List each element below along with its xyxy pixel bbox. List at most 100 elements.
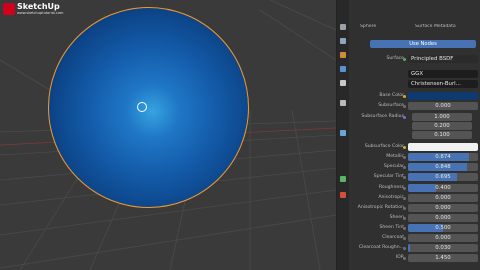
socket-dot-icon — [403, 186, 406, 190]
property-slider[interactable]: 1.450 — [408, 254, 478, 262]
property-label: Base Color — [379, 93, 404, 98]
property-row: Specular Tint 0.695 — [348, 173, 478, 181]
socket-dot-icon — [403, 145, 406, 149]
3d-viewport[interactable]: SketchUp www.sketchuptutorial.com — [0, 0, 336, 270]
property-row: IOR 1.450 — [348, 254, 478, 262]
subsurface-method-row: Christensen-Burl... — [348, 80, 478, 88]
brand-site: www.sketchuptutorial.com — [17, 11, 64, 15]
material-icon[interactable] — [340, 192, 346, 198]
property-slider[interactable]: 0.000 — [408, 234, 478, 242]
slider-value: 0.030 — [435, 245, 451, 251]
property-label: Anisotropic — [378, 195, 404, 200]
socket-dot-icon — [403, 206, 406, 210]
socket-dot-icon — [403, 104, 406, 108]
property-row: Sheen 0.000 — [348, 214, 478, 222]
vector-component-field[interactable]: 1.000 — [412, 113, 472, 121]
3d-cursor-icon — [137, 102, 147, 112]
sketchup-logo: SketchUp www.sketchuptutorial.com — [3, 3, 63, 15]
property-slider[interactable]: 0.848 — [408, 163, 478, 171]
socket-dot-icon — [403, 155, 406, 159]
surface-row: Surface Principled BSDF — [348, 55, 478, 63]
slider-value: 0.400 — [435, 185, 451, 191]
slider-value: 0.500 — [435, 225, 451, 231]
vector-component-field[interactable]: 0.200 — [412, 122, 472, 130]
vector-component-value: 0.200 — [434, 123, 450, 129]
selected-sphere-object[interactable] — [48, 7, 249, 208]
property-row: Roughness 0.400 — [348, 184, 478, 192]
vector-component-value: 0.100 — [434, 132, 450, 138]
property-row: Clearcoat Roughn... 0.030 — [348, 244, 478, 252]
property-label: Anisotropic Rotation — [357, 205, 404, 210]
tab-surface-metadata[interactable]: Surface Metadata — [415, 24, 456, 32]
property-slider[interactable]: 0.874 — [408, 153, 478, 161]
property-label: Sheen Tint — [379, 225, 404, 230]
socket-dot-icon — [403, 175, 406, 179]
socket-dot-icon — [403, 196, 406, 200]
slider-fill — [408, 184, 436, 192]
property-label: Specular Tint — [373, 174, 404, 179]
constraints-icon[interactable] — [340, 130, 346, 136]
property-label: Subsurface Color — [364, 144, 404, 149]
property-label: Subsurface — [378, 103, 404, 108]
sketchup-logo-icon — [3, 3, 15, 15]
slider-value: 0.000 — [435, 205, 451, 211]
slider-value: 0.000 — [435, 195, 451, 201]
surface-shader-field[interactable]: Principled BSDF — [408, 55, 478, 63]
property-row: Subsurface Color — [348, 143, 478, 151]
use-nodes-button[interactable]: Use Nodes — [370, 40, 476, 48]
property-label: Subsurface Radius — [361, 114, 404, 119]
property-label: Metallic — [386, 154, 404, 159]
object-icon[interactable] — [340, 52, 346, 58]
property-row: Anisotropic Rotation 0.000 — [348, 204, 478, 212]
property-row: Metallic 0.874 — [348, 153, 478, 161]
socket-dot-icon — [403, 226, 406, 230]
slider-fill — [408, 244, 411, 252]
color-swatch[interactable] — [408, 92, 478, 100]
property-slider[interactable]: 0.500 — [408, 224, 478, 232]
property-row: Clearcoat 0.000 — [348, 234, 478, 242]
distribution-row: GGX — [348, 70, 478, 78]
property-label: Sheen — [389, 215, 404, 220]
world-icon[interactable] — [340, 38, 346, 44]
tab-sphere[interactable]: Sphere — [360, 24, 376, 32]
data-icon[interactable] — [340, 176, 346, 182]
particles-icon[interactable] — [340, 80, 346, 86]
property-slider[interactable]: 0.000 — [408, 214, 478, 222]
slider-value: 0.848 — [435, 164, 451, 170]
slider-value: 0.874 — [435, 154, 451, 160]
property-slider[interactable]: 0.030 — [408, 244, 478, 252]
property-label: Clearcoat Roughn... — [358, 245, 404, 250]
property-slider[interactable]: 0.000 — [408, 194, 478, 202]
socket-dot-icon — [403, 94, 406, 98]
property-row: Subsurface Radius 1.000 0.200 0.100 — [348, 113, 478, 139]
brand-name: SketchUp — [17, 2, 60, 11]
socket-dot-icon — [403, 216, 406, 220]
property-row: Sheen Tint 0.500 — [348, 224, 478, 232]
physics-icon[interactable] — [340, 100, 346, 106]
socket-dot-icon — [403, 236, 406, 240]
vector-component-value: 1.000 — [434, 114, 450, 120]
subsurface-method-dropdown[interactable]: Christensen-Burl... — [408, 80, 478, 88]
property-label: Clearcoat — [382, 235, 404, 240]
property-row: Specular 0.848 — [348, 163, 478, 171]
vector-component-field[interactable]: 0.100 — [412, 131, 472, 139]
property-row: Base Color — [348, 92, 478, 100]
property-slider[interactable]: 0.695 — [408, 173, 478, 181]
property-slider[interactable]: 0.000 — [408, 102, 478, 110]
slider-value: 1.450 — [435, 255, 451, 261]
slider-value: 0.695 — [435, 174, 451, 180]
scene-icon[interactable] — [340, 24, 346, 30]
slider-value: 0.000 — [435, 215, 451, 221]
property-row: Anisotropic 0.000 — [348, 194, 478, 202]
property-row: Subsurface 0.000 — [348, 102, 478, 110]
property-label: Roughness — [378, 185, 404, 190]
color-swatch[interactable] — [408, 143, 478, 151]
socket-dot-icon — [403, 165, 406, 169]
property-slider[interactable]: 0.000 — [408, 204, 478, 212]
socket-dot-icon — [403, 246, 406, 250]
property-label: Specular — [383, 164, 404, 169]
distribution-dropdown[interactable]: GGX — [408, 70, 478, 78]
modifier-icon[interactable] — [340, 66, 346, 72]
property-slider[interactable]: 0.400 — [408, 184, 478, 192]
slider-value: 0.000 — [435, 235, 451, 241]
